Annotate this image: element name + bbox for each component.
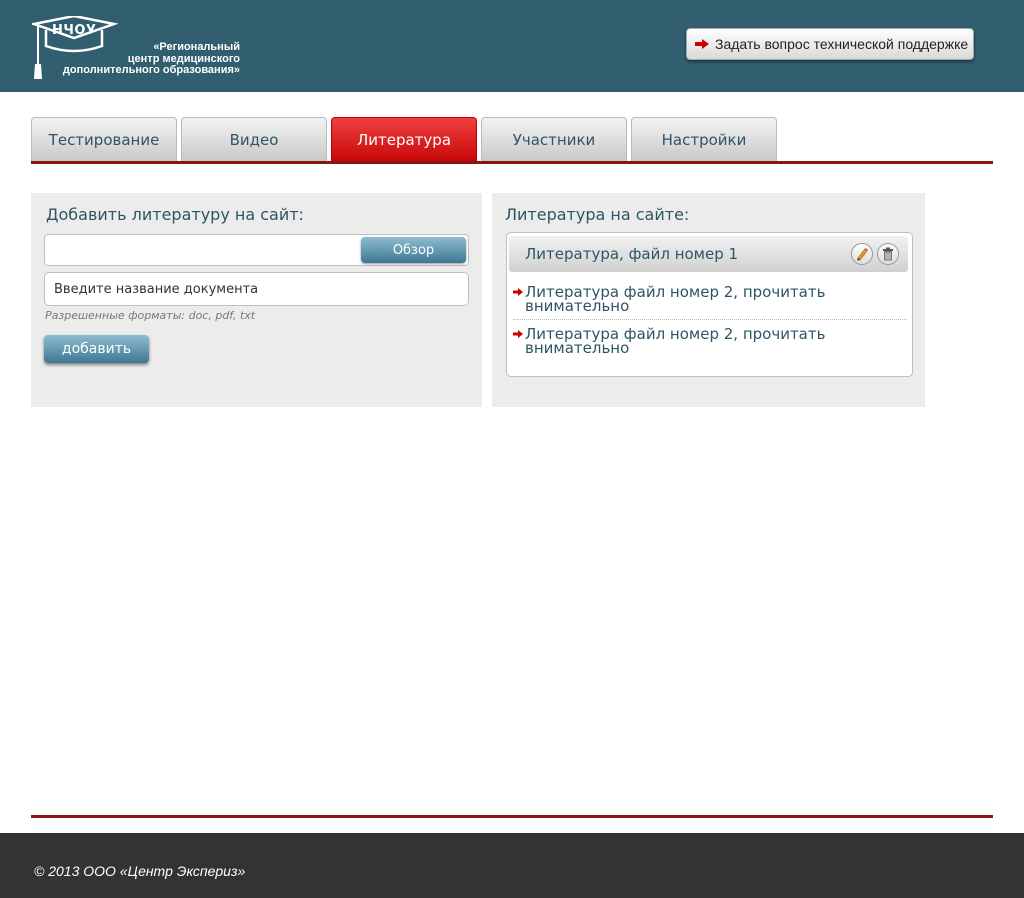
list-item-line: внимательно: [525, 339, 630, 357]
arrow-right-icon: [513, 288, 523, 296]
list-item[interactable]: Литература файл номер 2, прочитать внима…: [513, 327, 907, 357]
trash-icon: [883, 247, 893, 261]
literature-list-title: Литература на сайте:: [505, 205, 690, 224]
delete-button[interactable]: [877, 243, 899, 265]
allowed-formats-note: Разрешенные форматы: doc, pdf, txt: [45, 309, 256, 322]
main-tabs: Тестирование Видео Литература Участники …: [31, 117, 781, 161]
footer-divider: [31, 815, 993, 818]
add-button[interactable]: добавить: [44, 335, 149, 363]
site-footer: © 2013 ООО «Центр Экспериз»: [0, 833, 1024, 898]
tab-participants[interactable]: Участники: [481, 117, 627, 161]
support-button-label: Задать вопрос технической поддержке: [715, 36, 969, 52]
logo-abbreviation: НЧОУ: [52, 23, 97, 38]
list-item[interactable]: Литература файл номер 2, прочитать внима…: [513, 285, 907, 315]
file-upload-field[interactable]: Обзор: [44, 234, 469, 266]
literature-list: Литература, файл номер 1 Литература файл…: [506, 232, 913, 377]
list-item-line: внимательно: [525, 297, 630, 315]
browse-button[interactable]: Обзор: [361, 237, 466, 263]
edit-button[interactable]: [851, 243, 873, 265]
arrow-right-icon: [695, 39, 709, 49]
list-item-title: Литература, файл номер 1: [525, 245, 739, 263]
logo-text: «Региональный центр медицинского дополни…: [50, 41, 240, 77]
site-logo[interactable]: НЧОУ «Региональный центр медицинского до…: [32, 16, 252, 82]
tabs-divider: [31, 161, 993, 164]
list-item-selected[interactable]: Литература, файл номер 1: [509, 236, 908, 272]
tab-settings[interactable]: Настройки: [631, 117, 777, 161]
list-divider: [513, 319, 907, 320]
logo-line: «Региональный: [153, 41, 240, 53]
add-literature-panel: Добавить литературу на сайт: Обзор Разре…: [31, 193, 482, 407]
copyright-text: © 2013 ООО «Центр Экспериз»: [34, 863, 246, 879]
document-name-input[interactable]: [44, 272, 469, 306]
support-button[interactable]: Задать вопрос технической поддержке: [686, 28, 974, 60]
pencil-icon: [857, 248, 868, 261]
add-literature-title: Добавить литературу на сайт:: [46, 205, 304, 224]
arrow-right-icon: [513, 330, 523, 338]
literature-list-panel: Литература на сайте: Литература, файл но…: [492, 193, 925, 407]
tab-literature[interactable]: Литература: [331, 117, 477, 161]
tab-testing[interactable]: Тестирование: [31, 117, 177, 161]
tab-video[interactable]: Видео: [181, 117, 327, 161]
site-header: НЧОУ «Региональный центр медицинского до…: [0, 0, 1024, 92]
logo-line: дополнительного образования»: [62, 64, 240, 76]
